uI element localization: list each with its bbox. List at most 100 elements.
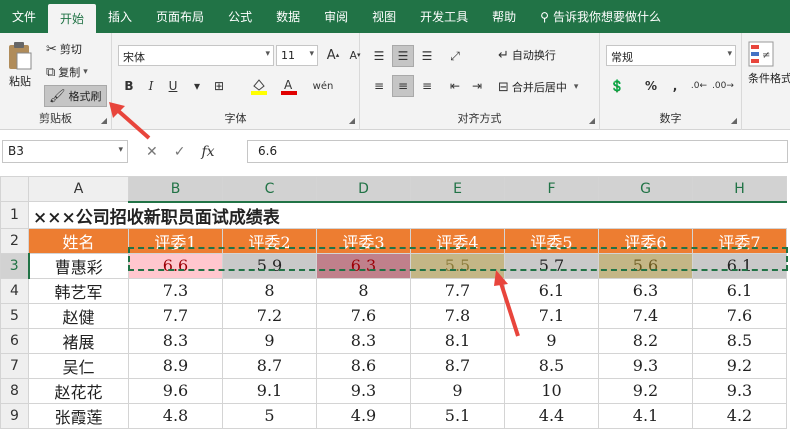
cancel-icon[interactable]: ✕	[146, 144, 158, 160]
score-cell[interactable]: 8.7	[222, 352, 317, 379]
name-cell[interactable]: 褚展	[28, 327, 129, 354]
header-cell[interactable]: 评委3	[316, 227, 411, 254]
score-cell[interactable]: 8.9	[128, 352, 223, 379]
underline-button[interactable]: U	[162, 75, 184, 97]
row-header[interactable]: 2	[0, 227, 29, 254]
header-cell[interactable]: 评委6	[598, 227, 693, 254]
score-cell[interactable]: 8	[316, 277, 411, 304]
score-cell[interactable]: 7.3	[128, 277, 223, 304]
tab-insert[interactable]: 插入	[96, 0, 144, 33]
score-cell[interactable]: 8.7	[410, 352, 505, 379]
font-size-select[interactable]: 11 ▾	[276, 45, 318, 66]
score-cell[interactable]: 9.2	[692, 352, 787, 379]
border-icon[interactable]: ⊞	[208, 75, 230, 97]
score-cell[interactable]: 8.1	[410, 327, 505, 354]
row-header[interactable]: 3	[0, 252, 30, 279]
formula-input[interactable]: 6.6	[247, 140, 788, 163]
score-cell[interactable]: 8.5	[692, 327, 787, 354]
score-cell[interactable]: 4.4	[504, 402, 599, 429]
score-cell[interactable]: 9.1	[222, 377, 317, 404]
score-cell[interactable]: 4.2	[692, 402, 787, 429]
score-cell[interactable]: 8.6	[316, 352, 411, 379]
bold-button[interactable]: B	[118, 75, 140, 97]
row-header[interactable]: 1	[0, 201, 29, 229]
column-header[interactable]: D	[316, 176, 411, 203]
score-cell[interactable]: 7.7	[128, 302, 223, 329]
paste-button[interactable]: 粘贴	[6, 41, 34, 89]
score-cell[interactable]: 9.6	[128, 377, 223, 404]
fill-color-icon[interactable]	[248, 75, 270, 97]
dialog-launcher-icon[interactable]: ◢	[101, 116, 107, 125]
format-painter-button[interactable]: 🖌 格式刷	[44, 85, 107, 107]
align-middle-icon[interactable]: ☰	[392, 45, 414, 67]
merge-center-button[interactable]: ⊟ 合并后居中 ▾	[498, 79, 578, 95]
score-cell[interactable]: 6.1	[504, 277, 599, 304]
row-header[interactable]: 6	[0, 327, 29, 354]
cut-button[interactable]: ✂ 剪切	[46, 41, 82, 57]
column-header[interactable]: H	[692, 176, 787, 203]
enter-icon[interactable]: ✓	[174, 144, 186, 160]
currency-icon[interactable]: 💲	[606, 75, 628, 97]
tab-formulas[interactable]: 公式	[216, 0, 264, 33]
score-cell[interactable]: 8	[222, 277, 317, 304]
header-cell[interactable]: 评委2	[222, 227, 317, 254]
dialog-launcher-icon[interactable]: ◢	[589, 116, 595, 125]
score-cell[interactable]: 7.4	[598, 302, 693, 329]
tell-me-search[interactable]: ⚲ 告诉我你想要做什么	[540, 0, 661, 33]
align-center-icon[interactable]: ≡	[392, 75, 414, 97]
tab-review[interactable]: 审阅	[312, 0, 360, 33]
name-box[interactable]: B3 ▾	[2, 140, 128, 163]
decrease-decimal-icon[interactable]: .00→	[712, 75, 734, 97]
score-cell[interactable]: 5.6	[598, 252, 693, 279]
underline-dropdown-icon[interactable]: ▾	[186, 75, 208, 97]
score-cell[interactable]: 4.1	[598, 402, 693, 429]
score-cell[interactable]: 7.7	[410, 277, 505, 304]
tab-developer[interactable]: 开发工具	[408, 0, 480, 33]
row-header[interactable]: 7	[0, 352, 29, 379]
column-header[interactable]: C	[222, 176, 317, 203]
dialog-launcher-icon[interactable]: ◢	[731, 116, 737, 125]
score-cell[interactable]: 7.2	[222, 302, 317, 329]
score-cell[interactable]: 4.8	[128, 402, 223, 429]
name-cell[interactable]: 赵花花	[28, 377, 129, 404]
tab-file[interactable]: 文件	[0, 0, 48, 33]
font-name-select[interactable]: 宋体 ▾	[118, 45, 274, 66]
tab-data[interactable]: 数据	[264, 0, 312, 33]
score-cell[interactable]: 6.3	[316, 252, 411, 279]
comma-button[interactable]: ,	[664, 75, 686, 97]
score-cell[interactable]: 5.1	[410, 402, 505, 429]
increase-font-icon[interactable]: A ▴	[322, 44, 344, 66]
phonetic-icon[interactable]: wén	[312, 75, 334, 97]
score-cell[interactable]: 9.3	[316, 377, 411, 404]
score-cell[interactable]: 10	[504, 377, 599, 404]
row-header[interactable]: 4	[0, 277, 29, 304]
score-cell[interactable]: 6.1	[692, 252, 787, 279]
score-cell[interactable]: 9	[222, 327, 317, 354]
column-header[interactable]: G	[598, 176, 693, 203]
align-right-icon[interactable]: ≡	[416, 75, 438, 97]
column-header[interactable]: F	[504, 176, 599, 203]
score-cell[interactable]: 7.6	[692, 302, 787, 329]
number-format-select[interactable]: 常规 ▾	[606, 45, 736, 66]
header-cell[interactable]: 评委7	[692, 227, 787, 254]
score-cell[interactable]: 4.9	[316, 402, 411, 429]
score-cell[interactable]: 5.7	[504, 252, 599, 279]
score-cell[interactable]: 7.6	[316, 302, 411, 329]
score-cell[interactable]: 8.3	[316, 327, 411, 354]
header-cell[interactable]: 姓名	[28, 227, 129, 254]
name-cell[interactable]: 吴仁	[28, 352, 129, 379]
name-cell[interactable]: 韩艺军	[28, 277, 129, 304]
score-cell[interactable]: 9.3	[692, 377, 787, 404]
decrease-indent-icon[interactable]: ⇤	[444, 75, 466, 97]
orientation-icon[interactable]: ⤢	[444, 45, 466, 67]
column-header[interactable]: A	[28, 176, 129, 202]
score-cell[interactable]: 5.5	[410, 252, 505, 279]
score-cell[interactable]: 5.9	[222, 252, 317, 279]
name-cell[interactable]: 张霞莲	[28, 402, 129, 429]
header-cell[interactable]: 评委5	[504, 227, 599, 254]
score-cell[interactable]: 9.3	[598, 352, 693, 379]
score-cell[interactable]: 8.5	[504, 352, 599, 379]
header-cell[interactable]: 评委4	[410, 227, 505, 254]
row-header[interactable]: 5	[0, 302, 29, 329]
increase-indent-icon[interactable]: ⇥	[466, 75, 488, 97]
